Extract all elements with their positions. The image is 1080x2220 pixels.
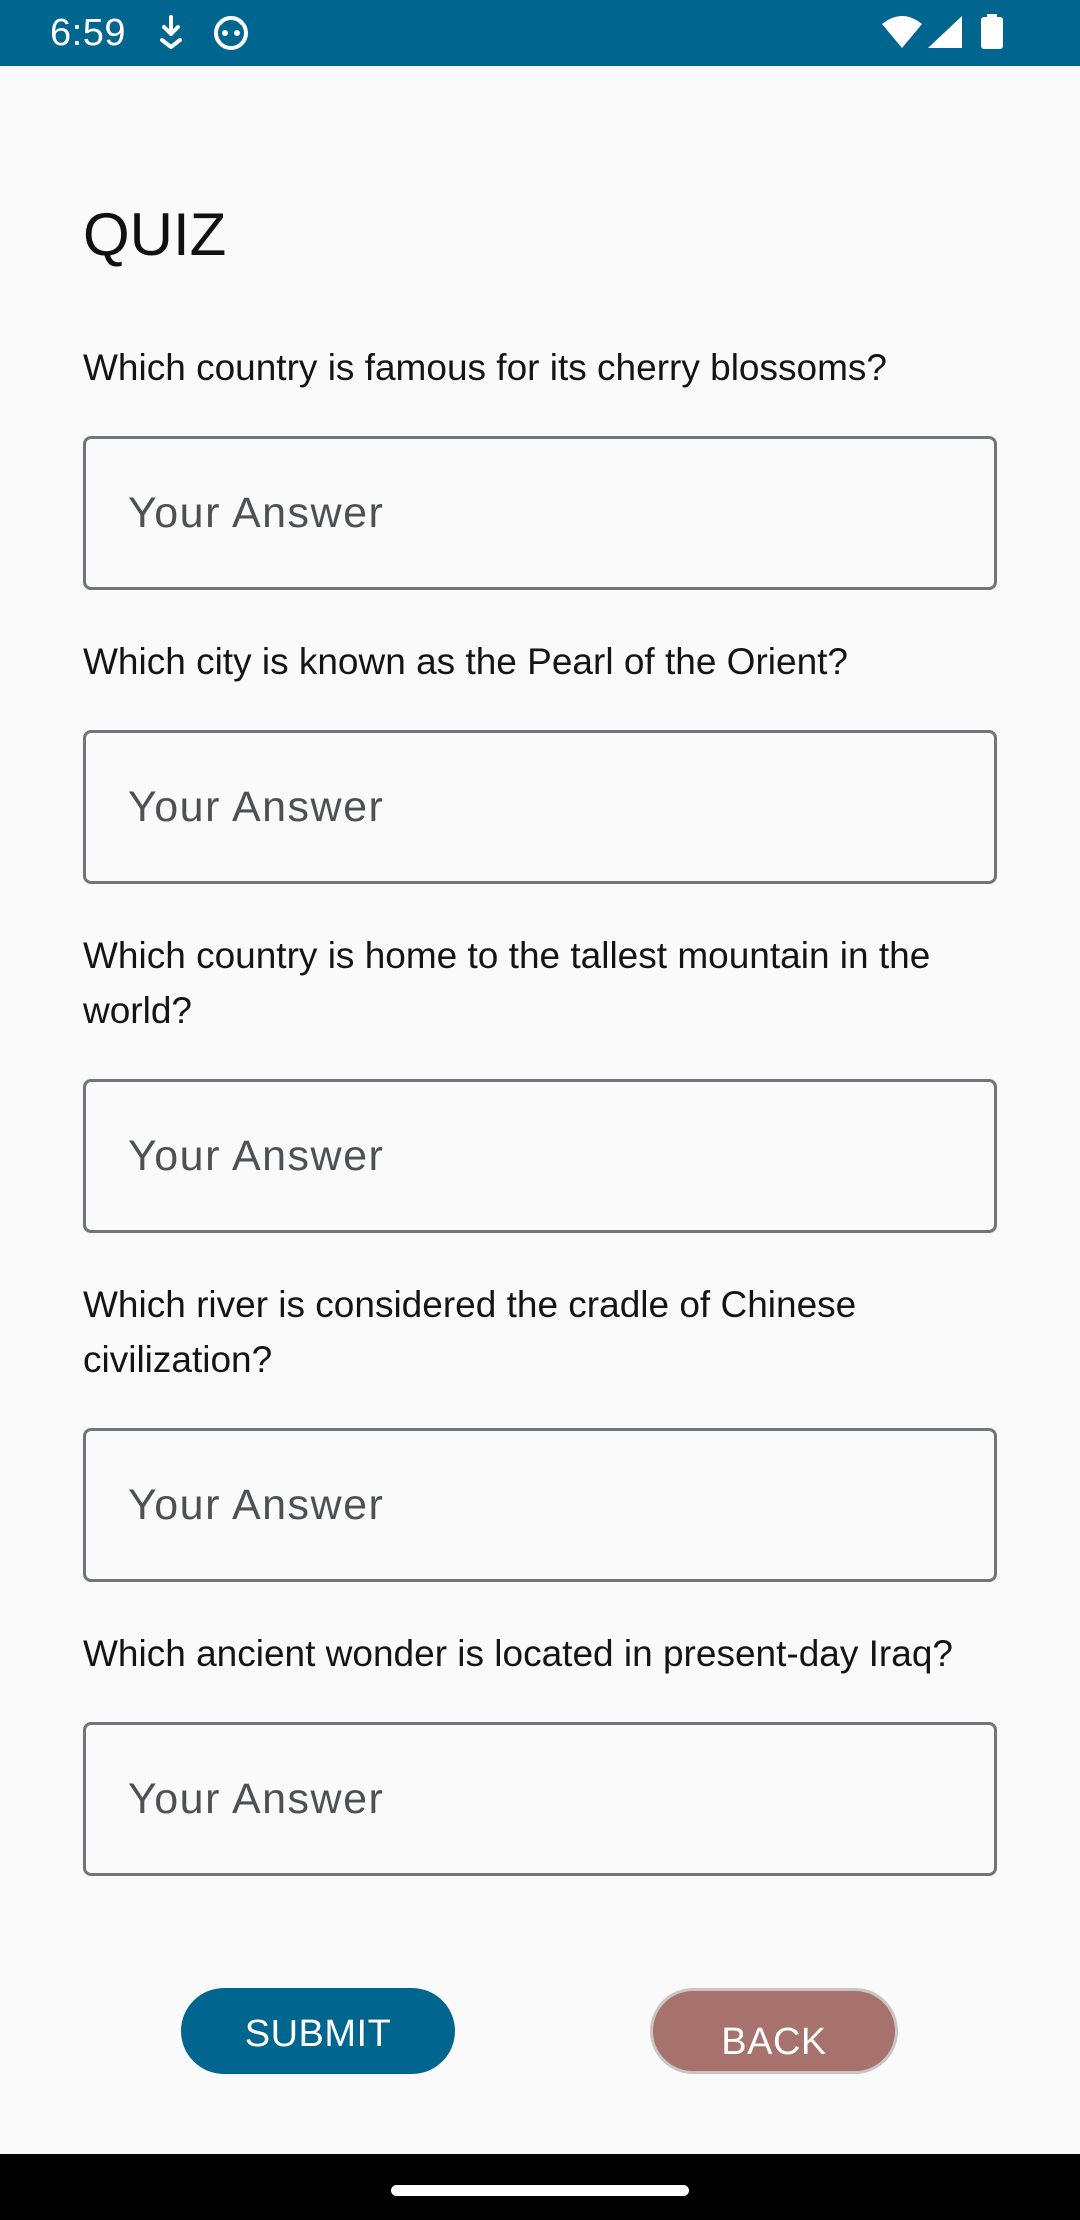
answer-field-2[interactable]	[83, 730, 997, 884]
answer-field-5[interactable]	[83, 1722, 997, 1876]
question-3-text: Which country is home to the tallest mou…	[83, 935, 931, 1031]
wifi-icon	[880, 14, 924, 55]
back-button[interactable]: BACK	[650, 1988, 898, 2074]
submit-button[interactable]: SUBMIT	[181, 1988, 455, 2074]
download-icon	[156, 14, 186, 55]
question-2-text: Which city is known as the Pearl of the …	[83, 641, 849, 682]
question-1-text: Which country is famous for its cherry b…	[83, 347, 887, 388]
question-5-text: Which ancient wonder is located in prese…	[83, 1633, 953, 1674]
answer-field-3[interactable]	[83, 1079, 997, 1233]
page-title: QUIZ	[83, 201, 227, 268]
status-bar: 6:59	[0, 0, 1080, 66]
answer-field-1[interactable]	[83, 436, 997, 590]
signal-icon	[926, 14, 964, 55]
answer-field-4[interactable]	[83, 1428, 997, 1582]
battery-icon	[980, 14, 1004, 55]
question-4-text: Which river is considered the cradle of …	[83, 1284, 857, 1380]
home-indicator[interactable]	[391, 2185, 689, 2196]
face-icon	[212, 14, 250, 57]
status-time: 6:59	[50, 12, 126, 54]
